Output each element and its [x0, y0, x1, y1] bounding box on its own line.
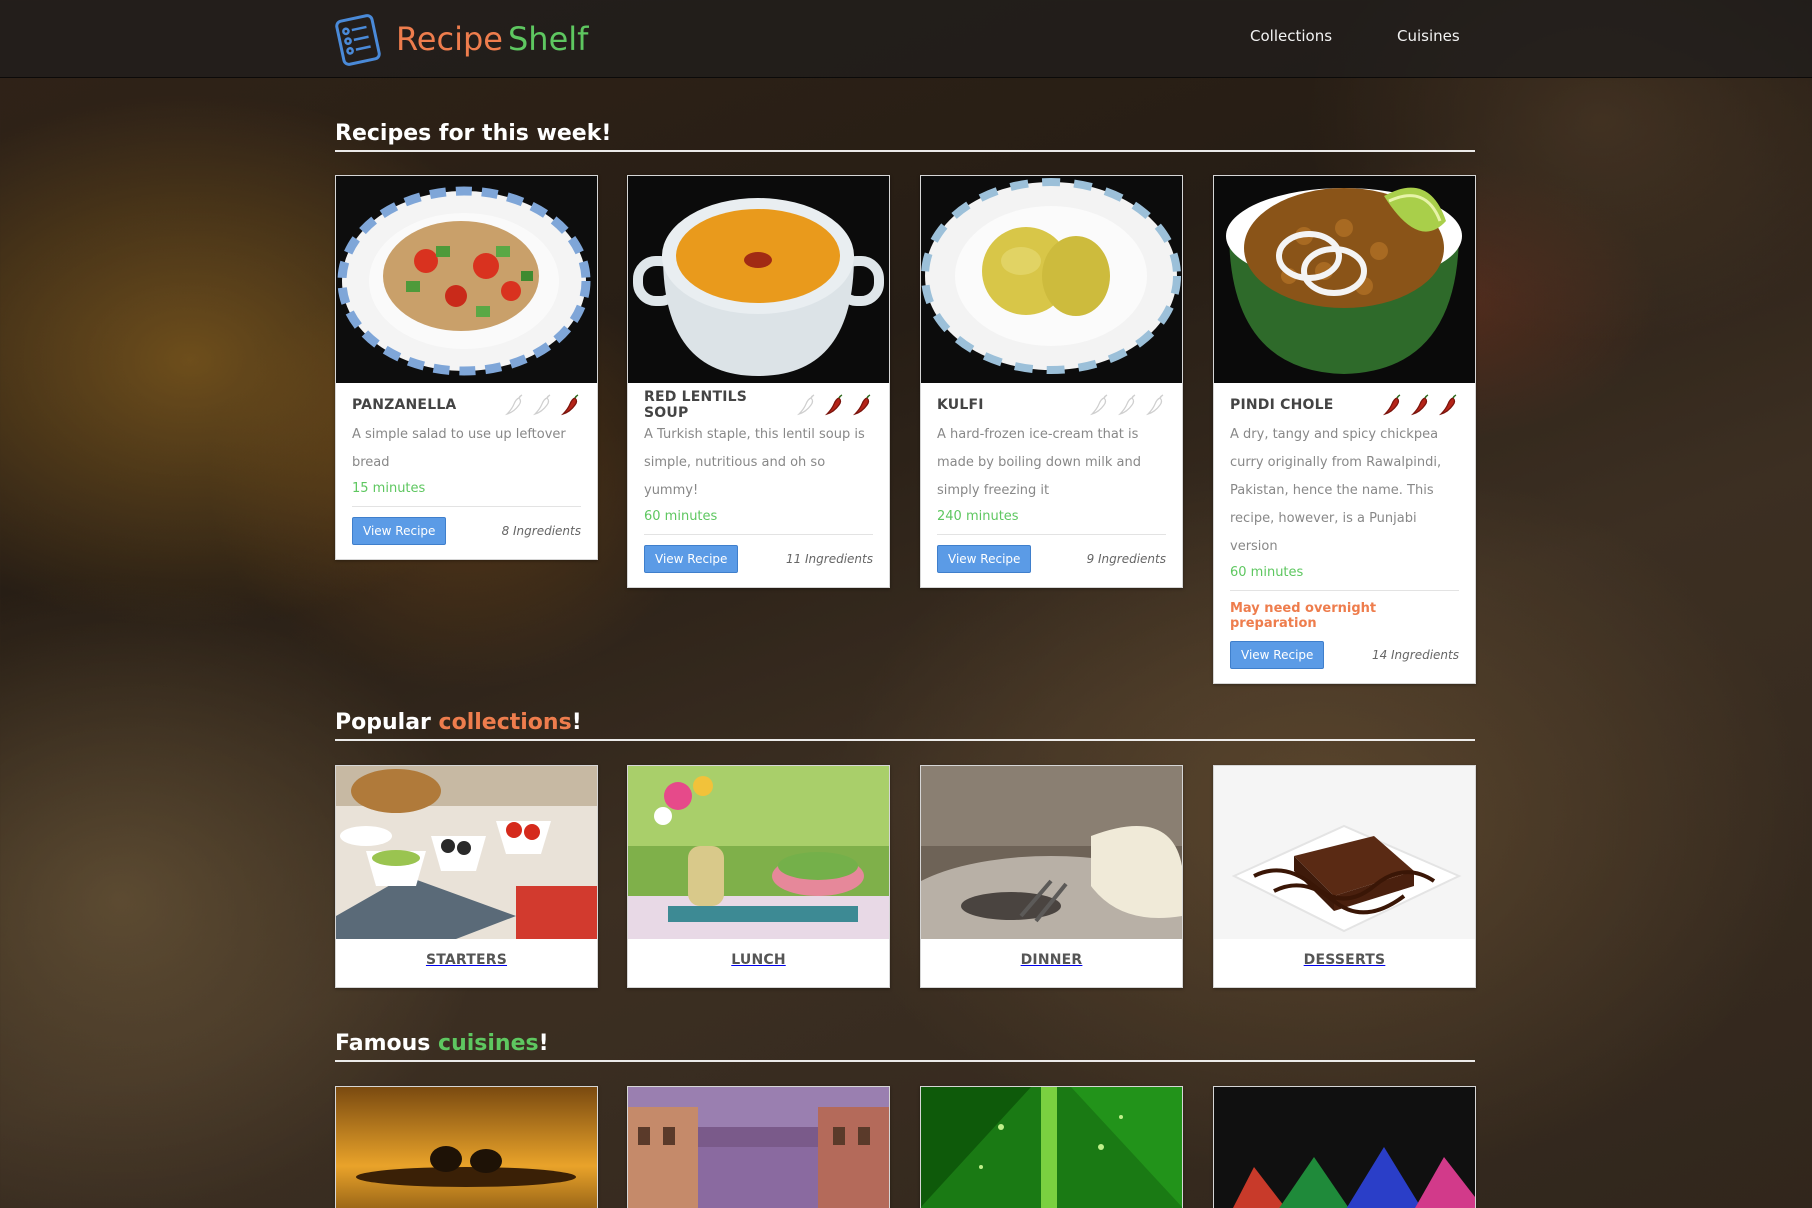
- recipe-card: PANZANELLA A simple salad to use up left…: [335, 175, 598, 560]
- lunch-photo: [628, 766, 889, 939]
- title-accent: cuisines: [438, 1031, 539, 1056]
- cuisine-card-tropical[interactable]: [920, 1086, 1183, 1208]
- collection-label: DESSERTS: [1303, 952, 1386, 968]
- title-suffix: !: [538, 1031, 549, 1056]
- collection-card-lunch[interactable]: LUNCH: [627, 765, 890, 988]
- kulfi-photo: [921, 176, 1182, 383]
- chili-outline-icon: [796, 394, 815, 416]
- chili-outline-icon: [1145, 394, 1164, 416]
- divider: [352, 506, 581, 507]
- salad-photo: [336, 176, 597, 383]
- brand-name-part2: Shelf: [507, 20, 589, 58]
- chili-filled-icon: [1382, 394, 1401, 416]
- view-recipe-button[interactable]: View Recipe: [937, 545, 1032, 573]
- starters-photo: [336, 766, 597, 939]
- chole-photo: [1214, 176, 1475, 383]
- chili-outline-icon: [532, 394, 551, 416]
- cuisine-card-africa[interactable]: [335, 1086, 598, 1208]
- title-prefix: Famous: [335, 1031, 439, 1056]
- cuisine-card-india[interactable]: [1213, 1086, 1476, 1208]
- recipe-description: A dry, tangy and spicy chickpea curry or…: [1230, 427, 1442, 554]
- ingredient-count: 14 Ingredients: [1371, 648, 1459, 662]
- spice-rating: [1381, 394, 1459, 416]
- title-prefix: Popular: [335, 710, 439, 735]
- recipe-card: RED LENTILS SOUP A Turkish staple, this …: [627, 175, 890, 588]
- green-leaf-photo: [921, 1087, 1182, 1208]
- recipe-time: 60 minutes: [1230, 565, 1304, 580]
- spice-rating: [1088, 394, 1166, 416]
- recipe-description: A simple salad to use up leftover bread: [352, 427, 566, 470]
- chili-filled-icon: [824, 394, 843, 416]
- collections-section-title: Popular collections!: [335, 710, 1475, 741]
- ingredient-count: 11 Ingredients: [785, 552, 873, 566]
- title-suffix: !: [571, 710, 582, 735]
- recipe-name: PINDI CHOLE: [1230, 397, 1334, 413]
- africa-elephants-photo: [336, 1087, 597, 1208]
- chili-outline-icon: [504, 394, 523, 416]
- view-recipe-button[interactable]: View Recipe: [1230, 641, 1325, 669]
- view-recipe-button[interactable]: View Recipe: [644, 545, 739, 573]
- collection-card-starters[interactable]: STARTERS: [335, 765, 598, 988]
- divider: [644, 534, 873, 535]
- chili-filled-icon: [560, 394, 579, 416]
- spice-rating: [503, 394, 581, 416]
- recipe-name: PANZANELLA: [352, 397, 457, 413]
- nav-collections-link[interactable]: Collections: [1250, 27, 1332, 45]
- collection-card-dinner[interactable]: DINNER: [920, 765, 1183, 988]
- divider: [937, 534, 1166, 535]
- desserts-photo: [1214, 766, 1475, 939]
- cuisine-card-italy[interactable]: [627, 1086, 890, 1208]
- divider: [1230, 590, 1459, 591]
- recipe-time: 15 minutes: [352, 481, 426, 496]
- cuisines-section-title: Famous cuisines!: [335, 1031, 1475, 1062]
- brand-logo-link[interactable]: Recipe Shelf: [334, 11, 588, 67]
- recipe-description: A hard-frozen ice-cream that is made by …: [937, 427, 1141, 498]
- recipe-list-icon: [335, 14, 381, 66]
- soup-photo: [628, 176, 889, 383]
- ingredient-count: 9 Ingredients: [1086, 552, 1166, 566]
- top-navbar: Recipe Shelf Collections Cuisines: [0, 0, 1812, 78]
- title-accent: collections: [438, 710, 572, 735]
- background-photo-overlay: [0, 0, 1812, 1208]
- recipe-time: 60 minutes: [644, 509, 718, 524]
- recipe-card: PINDI CHOLE A dry, tangy and spicy chick…: [1213, 175, 1476, 684]
- chili-filled-icon: [1410, 394, 1429, 416]
- nav-cuisines-link[interactable]: Cuisines: [1397, 27, 1460, 45]
- venice-canal-photo: [628, 1087, 889, 1208]
- chili-filled-icon: [852, 394, 871, 416]
- collection-label: STARTERS: [425, 952, 508, 968]
- spice-rating: [795, 394, 873, 416]
- colored-powder-photo: [1214, 1087, 1475, 1208]
- chili-outline-icon: [1117, 394, 1136, 416]
- collection-label: DINNER: [1020, 952, 1083, 968]
- brand-name-part1: Recipe: [396, 20, 503, 58]
- recipe-description: A Turkish staple, this lentil soup is si…: [644, 427, 865, 498]
- recipes-section-title: Recipes for this week!: [335, 121, 1475, 152]
- view-recipe-button[interactable]: View Recipe: [352, 517, 447, 545]
- recipe-card: KULFI A hard-frozen ice-cream that is ma…: [920, 175, 1183, 588]
- chili-filled-icon: [1438, 394, 1457, 416]
- recipe-name: RED LENTILS SOUP: [644, 389, 748, 421]
- chili-outline-icon: [1089, 394, 1108, 416]
- preparation-warning: May need overnight preparation: [1230, 601, 1377, 631]
- recipe-name: KULFI: [937, 397, 984, 413]
- recipe-time: 240 minutes: [937, 509, 1019, 524]
- ingredient-count: 8 Ingredients: [501, 524, 581, 538]
- collection-label: LUNCH: [731, 952, 786, 968]
- dinner-photo: [921, 766, 1182, 939]
- collection-card-desserts[interactable]: DESSERTS: [1213, 765, 1476, 988]
